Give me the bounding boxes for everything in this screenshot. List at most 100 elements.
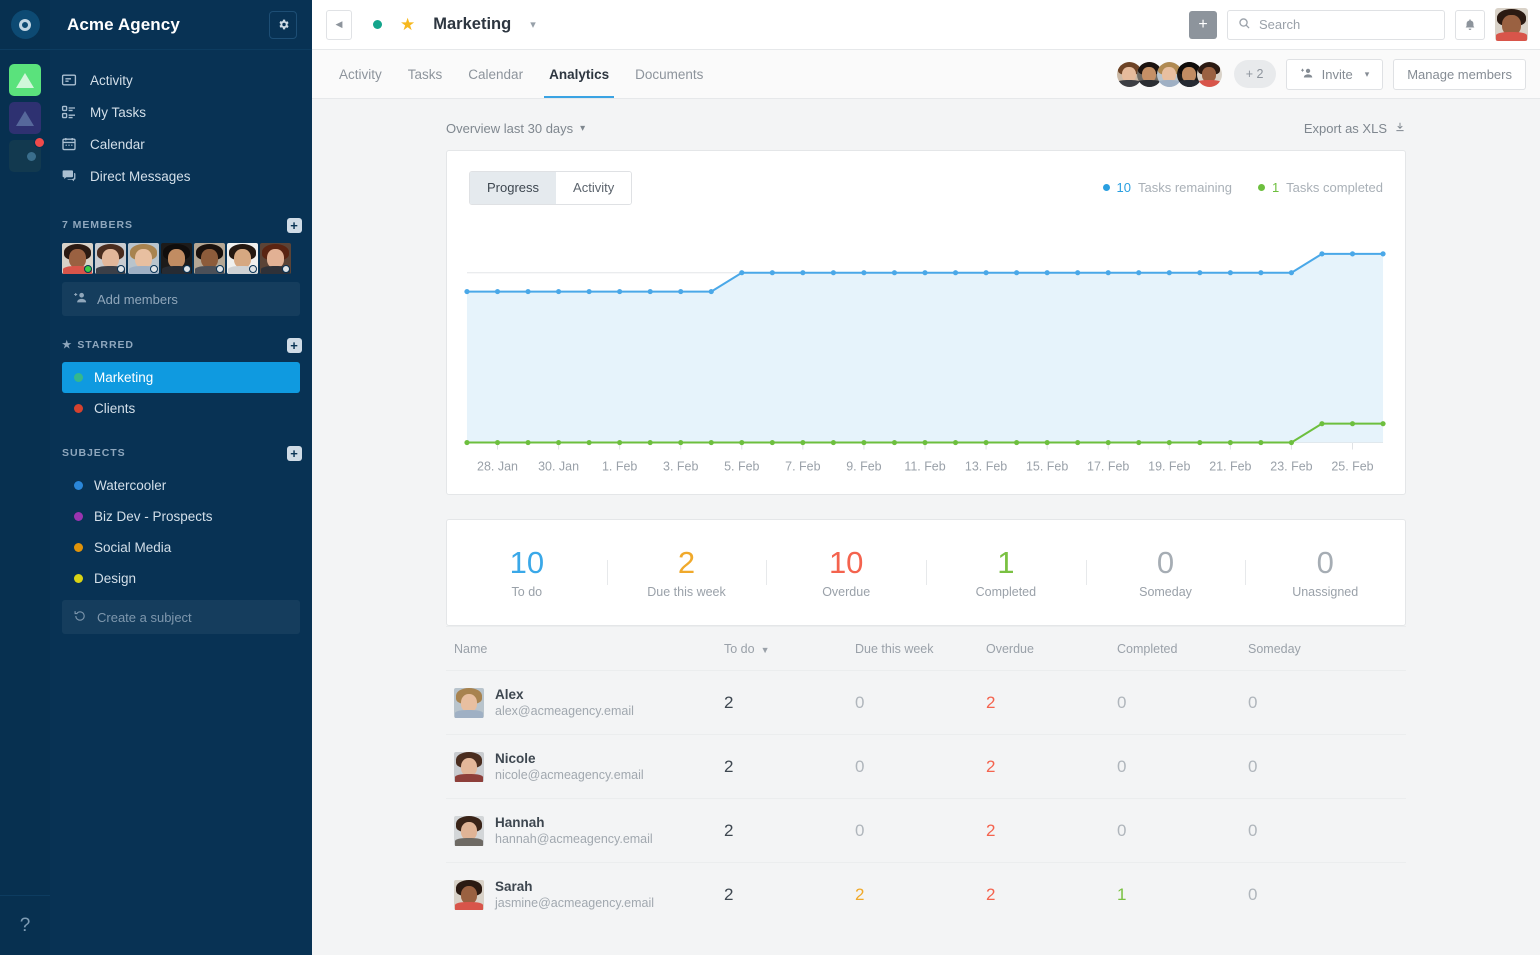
- chevron-left-icon[interactable]: ◀: [326, 9, 352, 40]
- date-range-selector[interactable]: Overview last 30 days ▾: [446, 121, 585, 136]
- tab-documents[interactable]: Documents: [622, 50, 716, 98]
- table-row[interactable]: Nicole nicole@acmeagency.email 2 0 2 0 0: [446, 734, 1406, 798]
- stat-to-do[interactable]: 10 To do: [447, 546, 607, 599]
- stats-row: 10 To do 2 Due this week 10 Overdue 1 Completed…: [447, 520, 1405, 625]
- invite-button[interactable]: Invite ▾: [1285, 58, 1384, 90]
- app-rail: ?: [0, 0, 50, 955]
- column-header-due-this-week[interactable]: Due this week: [855, 642, 986, 656]
- sidebar-item-activity[interactable]: Activity: [50, 64, 312, 96]
- avatar-face: [454, 815, 484, 846]
- rail-app-indigo[interactable]: [9, 102, 41, 134]
- column-header-completed[interactable]: Completed: [1117, 642, 1248, 656]
- circle-icon: [26, 151, 36, 161]
- sidebar-subject-watercooler[interactable]: Watercooler: [62, 470, 300, 501]
- bell-icon[interactable]: [1455, 9, 1485, 40]
- plus-square-icon[interactable]: +: [287, 337, 302, 353]
- cell-todo: 2: [724, 820, 734, 840]
- stat-completed[interactable]: 1 Completed: [926, 545, 1086, 599]
- svg-text:1. Feb: 1. Feb: [602, 459, 637, 473]
- member-avatar-4[interactable]: [161, 243, 192, 274]
- plus-icon[interactable]: +: [1189, 10, 1217, 39]
- rail-app-dark[interactable]: [9, 137, 45, 172]
- member-avatar-5[interactable]: [194, 243, 225, 274]
- member-overflow-badge[interactable]: + 2: [1233, 60, 1276, 88]
- tab-calendar[interactable]: Calendar: [455, 50, 536, 98]
- search-icon: [1238, 17, 1251, 33]
- sidebar-item-direct-messages[interactable]: Direct Messages: [50, 160, 312, 192]
- date-range-label: Overview last 30 days: [446, 121, 574, 136]
- plus-square-icon[interactable]: +: [287, 217, 302, 233]
- starred-section-header: ★ Starred +: [50, 332, 312, 358]
- add-members-label: Add members: [97, 291, 178, 307]
- create-subject-button[interactable]: Create a subject: [62, 600, 300, 634]
- svg-text:21. Feb: 21. Feb: [1209, 459, 1251, 473]
- svg-text:25. Feb: 25. Feb: [1331, 459, 1373, 473]
- tab-analytics[interactable]: Analytics: [536, 50, 622, 98]
- member-avatar-6[interactable]: [227, 243, 258, 274]
- member-avatar-1[interactable]: [62, 243, 93, 274]
- sidebar-item-label: Calendar: [90, 136, 145, 152]
- column-header-overdue[interactable]: Overdue: [986, 642, 1117, 656]
- chart-tab-progress[interactable]: Progress: [470, 171, 557, 204]
- svg-text:13. Feb: 13. Feb: [965, 459, 1007, 473]
- column-header-to-do[interactable]: To do ▼: [724, 642, 855, 656]
- table-row[interactable]: Hannah hannah@acmeagency.email 2 0 2 0 0: [446, 798, 1406, 862]
- member-avatar-stack[interactable]: [1114, 59, 1224, 89]
- stat-overdue[interactable]: 10 Overdue: [766, 546, 926, 599]
- cell-due-this-week: 2: [855, 884, 865, 904]
- stat-due-this-week[interactable]: 2 Due this week: [606, 546, 767, 599]
- sidebar-subject-biz-dev-prospects[interactable]: Biz Dev - Prospects: [62, 501, 300, 532]
- sidebar-nav: Activity My Tasks Calendar Direct Messag…: [50, 50, 312, 196]
- help-button[interactable]: ?: [0, 895, 50, 955]
- sidebar-subject-social-media[interactable]: Social Media: [62, 532, 300, 563]
- sidebar-item-calendar[interactable]: Calendar: [50, 128, 312, 160]
- table-row[interactable]: Sarah jasmine@acmeagency.email 2 2 2 1 0: [446, 862, 1406, 926]
- member-avatar-3[interactable]: [128, 243, 159, 274]
- rail-app-green[interactable]: [9, 64, 41, 96]
- chart-header: Progress Activity 10 Tasks remaining 1 Task…: [447, 151, 1405, 225]
- members-stats-table: Name To do ▼ Due this week Overdue Completed S…: [446, 626, 1406, 926]
- chevron-down-icon[interactable]: ▾: [530, 18, 536, 31]
- table-row[interactable]: Alex alex@acmeagency.email 2 0 2 0 0: [446, 670, 1406, 734]
- plus-square-icon[interactable]: +: [287, 445, 302, 461]
- sidebar-item-my-tasks[interactable]: My Tasks: [50, 96, 312, 128]
- project-color-dot: [74, 543, 83, 552]
- tab-activity[interactable]: Activity: [326, 50, 395, 98]
- member-avatar-2[interactable]: [95, 243, 126, 274]
- page-title: Marketing: [433, 15, 512, 33]
- user-avatar[interactable]: [1495, 8, 1528, 41]
- search-input[interactable]: Search: [1227, 9, 1445, 40]
- tab-avatar-5[interactable]: [1194, 59, 1224, 89]
- star-icon[interactable]: ★: [400, 15, 415, 35]
- column-header-name[interactable]: Name: [446, 642, 724, 656]
- row-email: jasmine@acmeagency.email: [495, 896, 655, 910]
- gear-icon[interactable]: [269, 10, 297, 39]
- legend-label: Tasks completed: [1286, 180, 1383, 196]
- stats-summary-card: 10 To do 2 Due this week 10 Overdue 1 Completed…: [446, 519, 1406, 626]
- export-xls-button[interactable]: Export as XLS: [1304, 121, 1406, 136]
- row-email: hannah@acmeagency.email: [495, 832, 653, 846]
- project-color-dot: [74, 512, 83, 521]
- invite-label: Invite: [1321, 66, 1353, 82]
- sidebar-starred-marketing[interactable]: Marketing: [62, 362, 300, 393]
- tab-tasks[interactable]: Tasks: [395, 50, 456, 98]
- column-header-someday[interactable]: Someday: [1248, 642, 1379, 656]
- sidebar-subject-design[interactable]: Design: [62, 563, 300, 594]
- cell-due-this-week: 0: [855, 692, 865, 712]
- member-avatar-7[interactable]: [260, 243, 291, 274]
- row-email: nicole@acmeagency.email: [495, 768, 644, 782]
- cell-completed: 0: [1117, 820, 1127, 840]
- brand-logo[interactable]: [0, 0, 50, 50]
- stat-label: Due this week: [647, 584, 726, 599]
- project-label: Design: [94, 571, 137, 586]
- sidebar-starred-clients[interactable]: Clients: [62, 393, 300, 424]
- row-name: Sarah: [495, 879, 533, 894]
- stat-someday[interactable]: 0 Someday: [1085, 546, 1246, 599]
- presence-dot: [249, 265, 257, 273]
- starred-label: Starred: [77, 339, 134, 351]
- add-members-button[interactable]: Add members: [62, 282, 300, 316]
- stat-value: 1: [997, 545, 1015, 581]
- stat-unassigned[interactable]: 0 Unassigned: [1245, 546, 1405, 599]
- manage-members-button[interactable]: Manage members: [1393, 58, 1526, 90]
- chart-tab-activity[interactable]: Activity: [556, 171, 632, 204]
